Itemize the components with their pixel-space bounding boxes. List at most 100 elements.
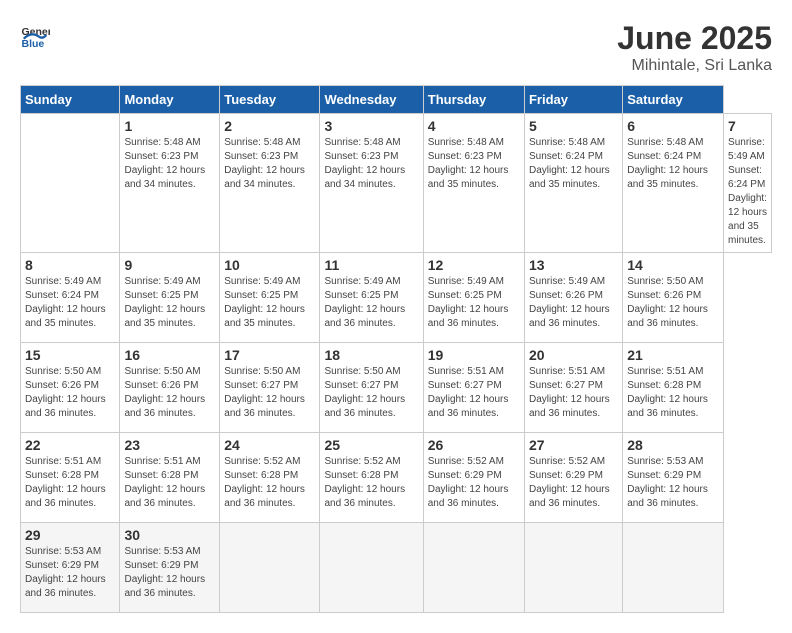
day-number: 8 xyxy=(25,257,115,273)
calendar-cell-1-0: 8 Sunrise: 5:49 AM Sunset: 6:24 PM Daylig… xyxy=(21,253,120,343)
calendar-cell-2-6: 21 Sunrise: 5:51 AM Sunset: 6:28 PM Dayli… xyxy=(623,343,724,433)
day-info: Sunrise: 5:50 AM Sunset: 6:27 PM Dayligh… xyxy=(324,365,418,421)
day-info: Sunrise: 5:50 AM Sunset: 6:26 PM Dayligh… xyxy=(124,365,215,421)
day-info: Sunrise: 5:51 AM Sunset: 6:27 PM Dayligh… xyxy=(529,365,618,421)
day-number: 23 xyxy=(124,437,215,453)
day-info: Sunrise: 5:52 AM Sunset: 6:29 PM Dayligh… xyxy=(428,455,520,511)
calendar-cell-1-5: 13 Sunrise: 5:49 AM Sunset: 6:26 PM Dayli… xyxy=(524,253,622,343)
logo-icon: General Blue xyxy=(20,20,50,50)
week-row-1: 8 Sunrise: 5:49 AM Sunset: 6:24 PM Daylig… xyxy=(21,253,772,343)
day-number: 2 xyxy=(224,118,315,134)
page-header: General Blue June 2025 Mihintale, Sri La… xyxy=(20,20,772,75)
day-number: 15 xyxy=(25,347,115,363)
day-info: Sunrise: 5:48 AM Sunset: 6:23 PM Dayligh… xyxy=(324,136,418,192)
day-number: 10 xyxy=(224,257,315,273)
day-info: Sunrise: 5:51 AM Sunset: 6:28 PM Dayligh… xyxy=(25,455,115,511)
day-number: 18 xyxy=(324,347,418,363)
calendar-cell-2-4: 19 Sunrise: 5:51 AM Sunset: 6:27 PM Dayli… xyxy=(423,343,524,433)
day-number: 6 xyxy=(627,118,719,134)
day-number: 13 xyxy=(529,257,618,273)
day-number: 4 xyxy=(428,118,520,134)
day-number: 22 xyxy=(25,437,115,453)
calendar-cell-3-6: 28 Sunrise: 5:53 AM Sunset: 6:29 PM Dayli… xyxy=(623,433,724,523)
calendar-cell-0-3: 3 Sunrise: 5:48 AM Sunset: 6:23 PM Daylig… xyxy=(320,114,423,253)
calendar-cell-2-1: 16 Sunrise: 5:50 AM Sunset: 6:26 PM Dayli… xyxy=(120,343,220,433)
header-tuesday: Tuesday xyxy=(220,86,320,114)
calendar-cell-4-0: 29Sunrise: 5:53 AM Sunset: 6:29 PM Dayli… xyxy=(21,523,120,613)
day-info: Sunrise: 5:50 AM Sunset: 6:27 PM Dayligh… xyxy=(224,365,315,421)
calendar-cell-2-2: 17Sunrise: 5:50 AM Sunset: 6:27 PM Dayli… xyxy=(220,343,320,433)
day-number: 26 xyxy=(428,437,520,453)
day-info: Sunrise: 5:52 AM Sunset: 6:28 PM Dayligh… xyxy=(224,455,315,511)
day-info: Sunrise: 5:49 AM Sunset: 6:25 PM Dayligh… xyxy=(428,275,520,331)
calendar-cell-3-5: 27 Sunrise: 5:52 AM Sunset: 6:29 PM Dayli… xyxy=(524,433,622,523)
month-title: June 2025 xyxy=(617,20,772,57)
calendar-cell-4-2 xyxy=(220,523,320,613)
day-info: Sunrise: 5:48 AM Sunset: 6:23 PM Dayligh… xyxy=(124,136,215,192)
calendar-cell-0-7: 7Sunrise: 5:49 AM Sunset: 6:24 PM Daylig… xyxy=(724,114,772,253)
calendar-table: SundayMondayTuesdayWednesdayThursdayFrid… xyxy=(20,85,772,613)
day-info: Sunrise: 5:49 AM Sunset: 6:24 PM Dayligh… xyxy=(728,136,767,248)
day-number: 14 xyxy=(627,257,719,273)
calendar-cell-1-1: 9 Sunrise: 5:49 AM Sunset: 6:25 PM Daylig… xyxy=(120,253,220,343)
location-title: Mihintale, Sri Lanka xyxy=(617,57,772,75)
calendar-cell-0-4: 4 Sunrise: 5:48 AM Sunset: 6:23 PM Daylig… xyxy=(423,114,524,253)
day-number: 30 xyxy=(124,527,215,543)
day-number: 5 xyxy=(529,118,618,134)
week-row-2: 15 Sunrise: 5:50 AM Sunset: 6:26 PM Dayli… xyxy=(21,343,772,433)
week-row-0: 1Sunrise: 5:48 AM Sunset: 6:23 PM Daylig… xyxy=(21,114,772,253)
day-info: Sunrise: 5:51 AM Sunset: 6:28 PM Dayligh… xyxy=(124,455,215,511)
week-row-4: 29Sunrise: 5:53 AM Sunset: 6:29 PM Dayli… xyxy=(21,523,772,613)
calendar-cell-3-0: 22 Sunrise: 5:51 AM Sunset: 6:28 PM Dayli… xyxy=(21,433,120,523)
header-monday: Monday xyxy=(120,86,220,114)
day-number: 9 xyxy=(124,257,215,273)
calendar-cell-2-5: 20 Sunrise: 5:51 AM Sunset: 6:27 PM Dayli… xyxy=(524,343,622,433)
day-info: Sunrise: 5:51 AM Sunset: 6:27 PM Dayligh… xyxy=(428,365,520,421)
calendar-cell-0-0 xyxy=(21,114,120,253)
svg-text:Blue: Blue xyxy=(22,38,45,50)
calendar-cell-2-0: 15 Sunrise: 5:50 AM Sunset: 6:26 PM Dayli… xyxy=(21,343,120,433)
day-info: Sunrise: 5:53 AM Sunset: 6:29 PM Dayligh… xyxy=(627,455,719,511)
day-info: Sunrise: 5:51 AM Sunset: 6:28 PM Dayligh… xyxy=(627,365,719,421)
day-number: 21 xyxy=(627,347,719,363)
calendar-cell-0-5: 5 Sunrise: 5:48 AM Sunset: 6:24 PM Daylig… xyxy=(524,114,622,253)
day-info: Sunrise: 5:52 AM Sunset: 6:28 PM Dayligh… xyxy=(324,455,418,511)
day-info: Sunrise: 5:49 AM Sunset: 6:26 PM Dayligh… xyxy=(529,275,618,331)
day-number: 27 xyxy=(529,437,618,453)
day-number: 3 xyxy=(324,118,418,134)
calendar-cell-1-2: 10 Sunrise: 5:49 AM Sunset: 6:25 PM Dayli… xyxy=(220,253,320,343)
day-number: 20 xyxy=(529,347,618,363)
day-number: 19 xyxy=(428,347,520,363)
day-number: 16 xyxy=(124,347,215,363)
day-info: Sunrise: 5:48 AM Sunset: 6:24 PM Dayligh… xyxy=(627,136,719,192)
day-number: 28 xyxy=(627,437,719,453)
title-area: June 2025 Mihintale, Sri Lanka xyxy=(617,20,772,75)
day-info: Sunrise: 5:49 AM Sunset: 6:25 PM Dayligh… xyxy=(224,275,315,331)
calendar-cell-4-5 xyxy=(524,523,622,613)
calendar-cell-4-3 xyxy=(320,523,423,613)
day-number: 24 xyxy=(224,437,315,453)
calendar-cell-3-2: 24 Sunrise: 5:52 AM Sunset: 6:28 PM Dayli… xyxy=(220,433,320,523)
day-number: 29 xyxy=(25,527,115,543)
day-info: Sunrise: 5:50 AM Sunset: 6:26 PM Dayligh… xyxy=(25,365,115,421)
day-info: Sunrise: 5:49 AM Sunset: 6:24 PM Dayligh… xyxy=(25,275,115,331)
day-info: Sunrise: 5:49 AM Sunset: 6:25 PM Dayligh… xyxy=(324,275,418,331)
day-number: 12 xyxy=(428,257,520,273)
calendar-cell-4-4 xyxy=(423,523,524,613)
week-row-3: 22 Sunrise: 5:51 AM Sunset: 6:28 PM Dayli… xyxy=(21,433,772,523)
calendar-cell-2-3: 18 Sunrise: 5:50 AM Sunset: 6:27 PM Dayli… xyxy=(320,343,423,433)
calendar-cell-1-4: 12 Sunrise: 5:49 AM Sunset: 6:25 PM Dayli… xyxy=(423,253,524,343)
day-info: Sunrise: 5:48 AM Sunset: 6:24 PM Dayligh… xyxy=(529,136,618,192)
day-info: Sunrise: 5:48 AM Sunset: 6:23 PM Dayligh… xyxy=(428,136,520,192)
day-info: Sunrise: 5:48 AM Sunset: 6:23 PM Dayligh… xyxy=(224,136,315,192)
calendar-header-row: SundayMondayTuesdayWednesdayThursdayFrid… xyxy=(21,86,772,114)
header-thursday: Thursday xyxy=(423,86,524,114)
day-info: Sunrise: 5:49 AM Sunset: 6:25 PM Dayligh… xyxy=(124,275,215,331)
logo: General Blue xyxy=(20,20,50,50)
calendar-cell-0-2: 2 Sunrise: 5:48 AM Sunset: 6:23 PM Daylig… xyxy=(220,114,320,253)
calendar-cell-4-1: 30Sunrise: 5:53 AM Sunset: 6:29 PM Dayli… xyxy=(120,523,220,613)
day-info: Sunrise: 5:52 AM Sunset: 6:29 PM Dayligh… xyxy=(529,455,618,511)
calendar-cell-1-3: 11Sunrise: 5:49 AM Sunset: 6:25 PM Dayli… xyxy=(320,253,423,343)
calendar-cell-3-1: 23 Sunrise: 5:51 AM Sunset: 6:28 PM Dayli… xyxy=(120,433,220,523)
day-info: Sunrise: 5:50 AM Sunset: 6:26 PM Dayligh… xyxy=(627,275,719,331)
